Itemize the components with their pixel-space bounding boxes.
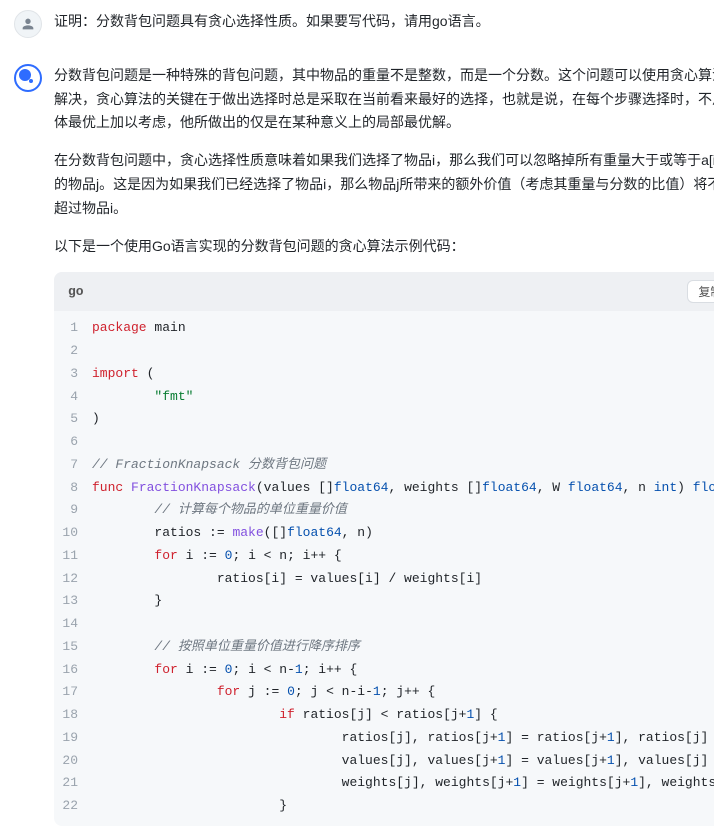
code-block: go 复制 1package main2 3import (4 "fmt"5)6… <box>54 272 714 826</box>
code-line: 1package main <box>54 317 714 340</box>
code-line: 9 // 计算每个物品的单位重量价值 <box>54 499 714 522</box>
line-number: 18 <box>54 704 92 727</box>
line-number: 6 <box>54 431 92 454</box>
user-content: 证明：分数背包问题具有贪心选择性质。如果要写代码，请用go语言。 <box>54 8 700 48</box>
line-code: for i := 0; i < n-1; i++ { <box>92 659 714 682</box>
line-code: if ratios[j] < ratios[j+1] { <box>92 704 714 727</box>
code-header: go 复制 <box>54 272 714 311</box>
line-number: 16 <box>54 659 92 682</box>
line-number: 19 <box>54 727 92 750</box>
line-number: 3 <box>54 363 92 386</box>
line-code: package main <box>92 317 714 340</box>
line-code <box>92 613 714 636</box>
line-number: 8 <box>54 477 92 500</box>
line-code: for i := 0; i < n; i++ { <box>92 545 714 568</box>
code-line: 11 for i := 0; i < n; i++ { <box>54 545 714 568</box>
line-code: } <box>92 795 714 818</box>
line-number: 14 <box>54 613 92 636</box>
line-number: 2 <box>54 340 92 363</box>
line-code: ratios := make([]float64, n) <box>92 522 714 545</box>
user-text: 证明：分数背包问题具有贪心选择性质。如果要写代码，请用go语言。 <box>54 10 700 34</box>
assistant-p1: 分数背包问题是一种特殊的背包问题，其中物品的重量不是整数，而是一个分数。这个问题… <box>54 64 714 135</box>
code-line: 14 <box>54 613 714 636</box>
assistant-p2: 在分数背包问题中，贪心选择性质意味着如果我们选择了物品i，那么我们可以忽略掉所有… <box>54 149 714 220</box>
line-number: 9 <box>54 499 92 522</box>
line-code <box>92 340 714 363</box>
line-code <box>92 431 714 454</box>
assistant-content: 分数背包问题是一种特殊的背包问题，其中物品的重量不是整数，而是一个分数。这个问题… <box>54 62 714 826</box>
code-line: 12 ratios[i] = values[i] / weights[i] <box>54 568 714 591</box>
assistant-avatar <box>14 64 42 92</box>
code-line: 19 ratios[j], ratios[j+1] = ratios[j+1],… <box>54 727 714 750</box>
line-number: 13 <box>54 590 92 613</box>
line-number: 12 <box>54 568 92 591</box>
line-code: func FractionKnapsack(values []float64, … <box>92 477 714 500</box>
code-line: 20 values[j], values[j+1] = values[j+1],… <box>54 750 714 773</box>
line-number: 4 <box>54 386 92 409</box>
code-line: 5) <box>54 408 714 431</box>
code-body: 1package main2 3import (4 "fmt"5)6 7// F… <box>54 311 714 826</box>
code-line: 17 for j := 0; j < n-i-1; j++ { <box>54 681 714 704</box>
code-line: 6 <box>54 431 714 454</box>
line-code: } <box>92 590 714 613</box>
line-number: 22 <box>54 795 92 818</box>
line-code: for j := 0; j < n-i-1; j++ { <box>92 681 714 704</box>
code-line: 22 } <box>54 795 714 818</box>
line-code: ) <box>92 408 714 431</box>
line-code: values[j], values[j+1] = values[j+1], va… <box>92 750 714 773</box>
line-number: 1 <box>54 317 92 340</box>
line-code: ratios[i] = values[i] / weights[i] <box>92 568 714 591</box>
code-line: 3import ( <box>54 363 714 386</box>
code-line: 16 for i := 0; i < n-1; i++ { <box>54 659 714 682</box>
line-code: // 按照单位重量价值进行降序排序 <box>92 636 714 659</box>
user-icon <box>20 16 36 32</box>
code-line: 18 if ratios[j] < ratios[j+1] { <box>54 704 714 727</box>
user-avatar <box>14 10 42 38</box>
line-number: 21 <box>54 772 92 795</box>
assistant-message: 分数背包问题是一种特殊的背包问题，其中物品的重量不是整数，而是一个分数。这个问题… <box>0 54 714 832</box>
line-code: weights[j], weights[j+1] = weights[j+1],… <box>92 772 714 795</box>
code-line: 15 // 按照单位重量价值进行降序排序 <box>54 636 714 659</box>
assistant-p3: 以下是一个使用Go语言实现的分数背包问题的贪心算法示例代码： <box>54 235 714 259</box>
code-lang-label: go <box>68 281 84 303</box>
line-number: 10 <box>54 522 92 545</box>
line-code: import ( <box>92 363 714 386</box>
user-message: 证明：分数背包问题具有贪心选择性质。如果要写代码，请用go语言。 <box>0 0 714 54</box>
line-number: 17 <box>54 681 92 704</box>
copy-button[interactable]: 复制 <box>687 280 714 303</box>
line-number: 7 <box>54 454 92 477</box>
code-line: 7// FractionKnapsack 分数背包问题 <box>54 454 714 477</box>
line-code: // 计算每个物品的单位重量价值 <box>92 499 714 522</box>
code-line: 13 } <box>54 590 714 613</box>
code-line: 4 "fmt" <box>54 386 714 409</box>
line-code: "fmt" <box>92 386 714 409</box>
code-line: 21 weights[j], weights[j+1] = weights[j+… <box>54 772 714 795</box>
code-line: 8func FractionKnapsack(values []float64,… <box>54 477 714 500</box>
line-number: 11 <box>54 545 92 568</box>
code-line: 2 <box>54 340 714 363</box>
line-number: 20 <box>54 750 92 773</box>
line-number: 15 <box>54 636 92 659</box>
line-code: ratios[j], ratios[j+1] = ratios[j+1], ra… <box>92 727 714 750</box>
code-line: 10 ratios := make([]float64, n) <box>54 522 714 545</box>
line-code: // FractionKnapsack 分数背包问题 <box>92 454 714 477</box>
line-number: 5 <box>54 408 92 431</box>
